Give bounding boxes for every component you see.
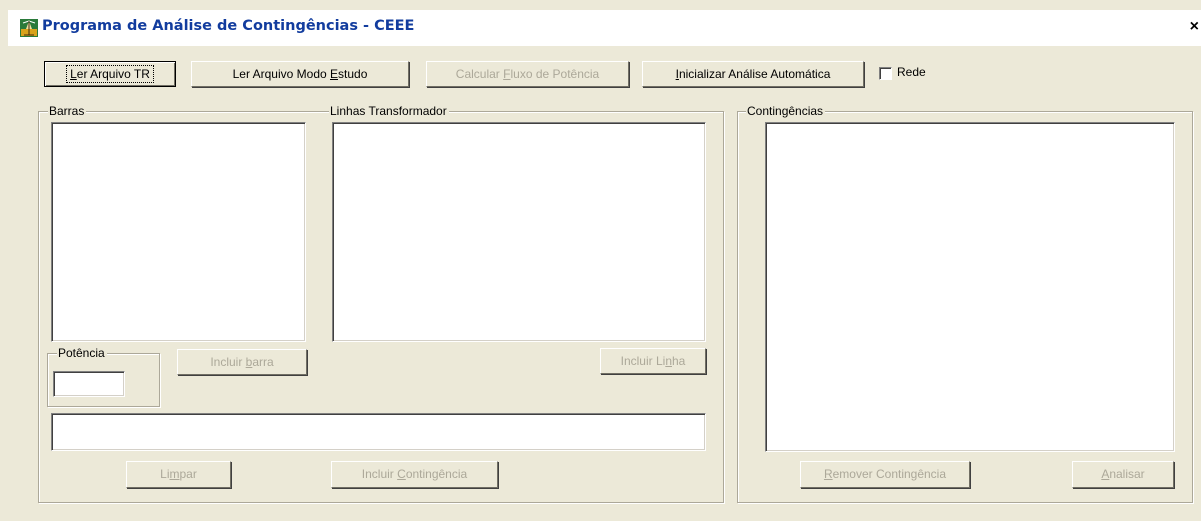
ler-arquivo-modo-estudo-button[interactable]: Ler Arquivo Modo Estudo — [191, 61, 409, 87]
app-window: Programa de Análise de Contingências - C… — [0, 0, 1201, 521]
calcular-fluxo-button[interactable]: Calcular Fluxo de Potência — [426, 61, 629, 87]
close-icon[interactable]: × — [1185, 18, 1199, 36]
dialog-body: Ler Arquivo TR Ler Arquivo Modo Estudo C… — [8, 46, 1201, 521]
rede-label: Rede — [897, 65, 926, 79]
potencia-input[interactable] — [53, 371, 125, 397]
title-bar[interactable]: Programa de Análise de Contingências - C… — [8, 10, 1201, 46]
barras-listbox[interactable] — [51, 122, 306, 342]
linhas-listbox[interactable] — [332, 122, 706, 342]
incluir-barra-button[interactable]: Incluir barra — [177, 349, 307, 375]
remover-contingencia-button[interactable]: Remover Contingência — [800, 461, 970, 488]
inicializar-analise-button[interactable]: Inicializar Análise Automática — [642, 61, 864, 87]
app-icon — [20, 19, 38, 37]
contingencias-legend: Contingências — [746, 104, 826, 118]
limpar-button[interactable]: Limpar — [126, 461, 231, 488]
incluir-linha-button[interactable]: Incluir Linha — [600, 348, 706, 374]
rede-checkbox[interactable] — [879, 67, 892, 80]
ler-arquivo-tr-button[interactable]: Ler Arquivo TR — [44, 61, 176, 87]
contingencia-field[interactable] — [51, 413, 706, 451]
contingencias-listbox[interactable] — [765, 122, 1175, 452]
window-title: Programa de Análise de Contingências - C… — [42, 18, 415, 34]
analisar-button[interactable]: Analisar — [1072, 461, 1174, 488]
potencia-legend: Potência — [57, 346, 107, 360]
linhas-legend: Linhas Transformador — [329, 104, 449, 118]
barras-legend: Barras — [48, 104, 87, 118]
incluir-contingencia-button[interactable]: Incluir Contingência — [331, 461, 498, 488]
